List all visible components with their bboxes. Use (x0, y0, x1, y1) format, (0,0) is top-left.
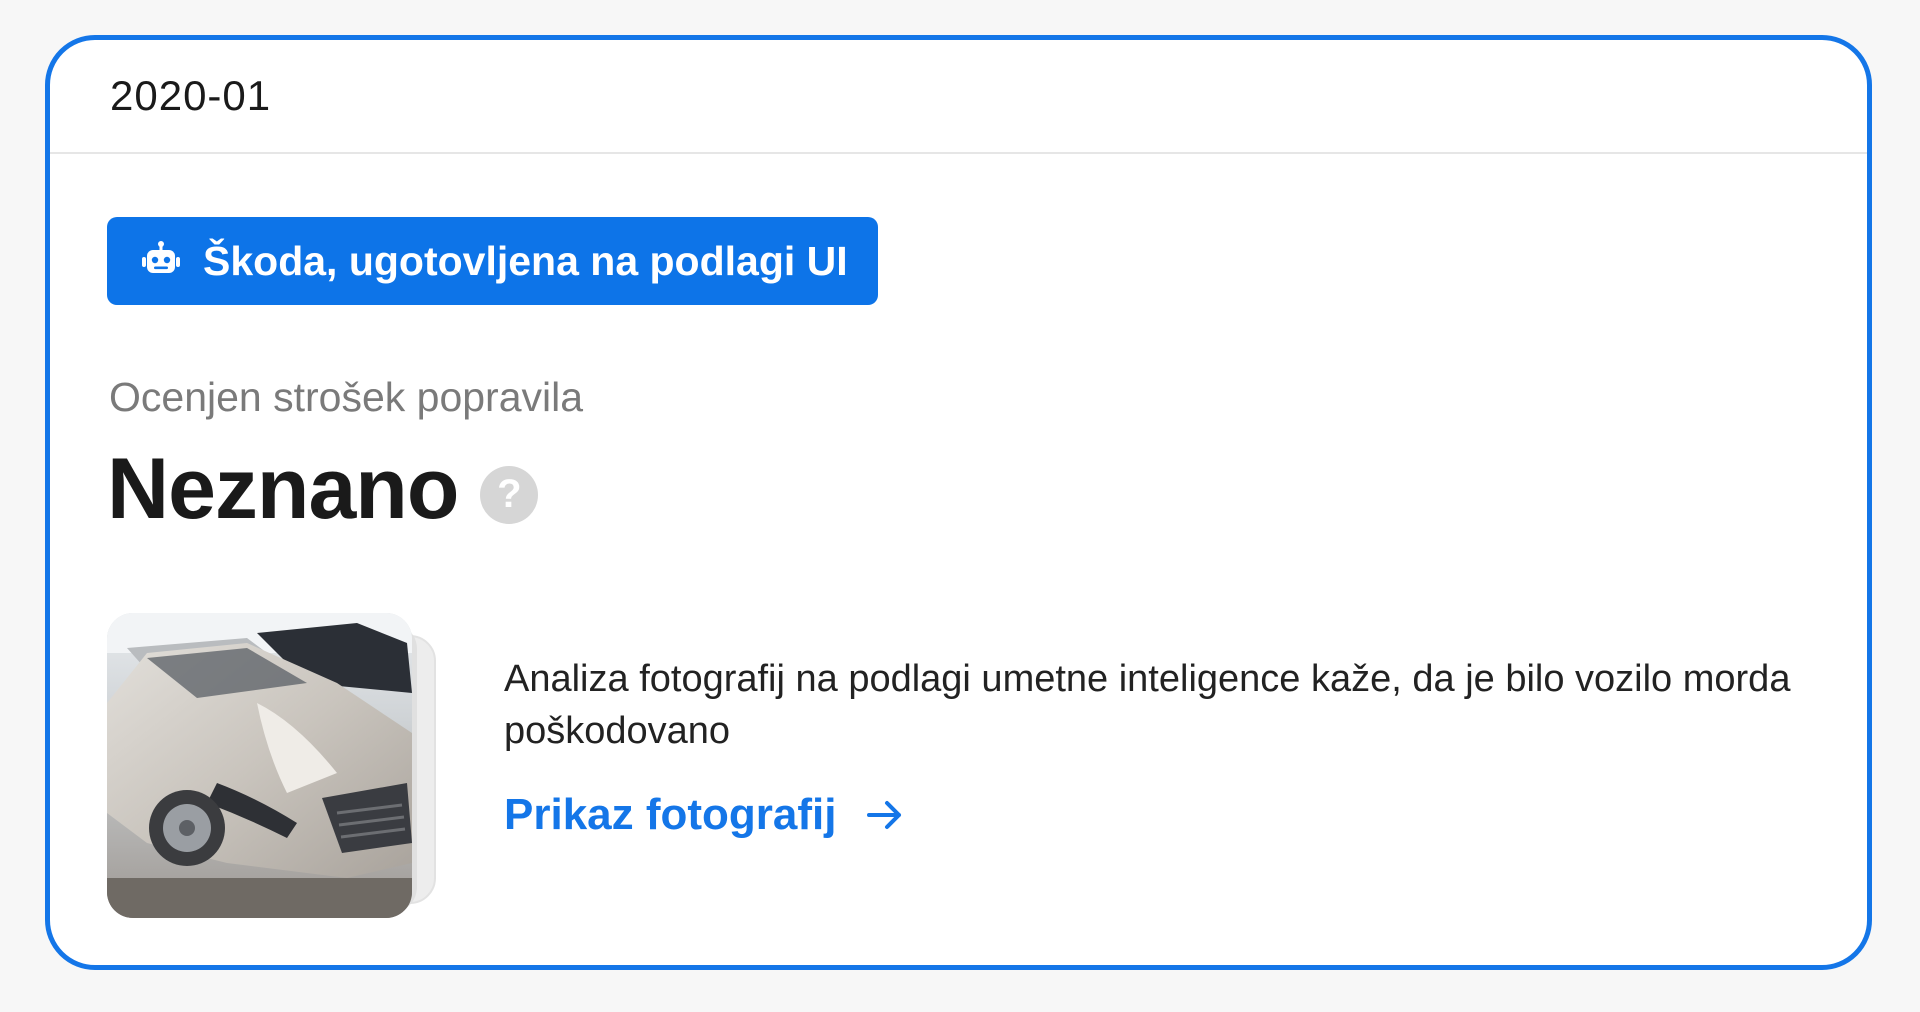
ai-damage-badge: Škoda, ugotovljena na podlagi UI (107, 217, 878, 305)
arrow-right-icon (866, 801, 901, 829)
damage-card: 2020-01 Škoda, ugotovljena na podlagi UI… (45, 35, 1872, 970)
analysis-description: Analiza fotografij na podlagi umetne int… (504, 658, 1791, 752)
car-photo-illustration (107, 613, 412, 918)
ai-badge-label: Škoda, ugotovljena na podlagi UI (203, 237, 848, 284)
damaged-car-photo[interactable] (107, 613, 412, 918)
view-photos-label: Prikaz fotografij (504, 790, 837, 839)
robot-icon (142, 241, 180, 273)
photo-thumbnail-stack[interactable] (107, 613, 467, 923)
view-photos-link[interactable]: Prikaz fotografij (504, 790, 907, 840)
cost-label: Ocenjen strošek popravila (109, 374, 584, 420)
question-icon[interactable]: ? (480, 465, 539, 524)
period-label: 2020-01 (110, 72, 272, 119)
cost-row: Neznano ? (107, 440, 539, 539)
cost-value: Neznano (107, 441, 459, 537)
card-header: 2020-01 (50, 40, 1867, 154)
